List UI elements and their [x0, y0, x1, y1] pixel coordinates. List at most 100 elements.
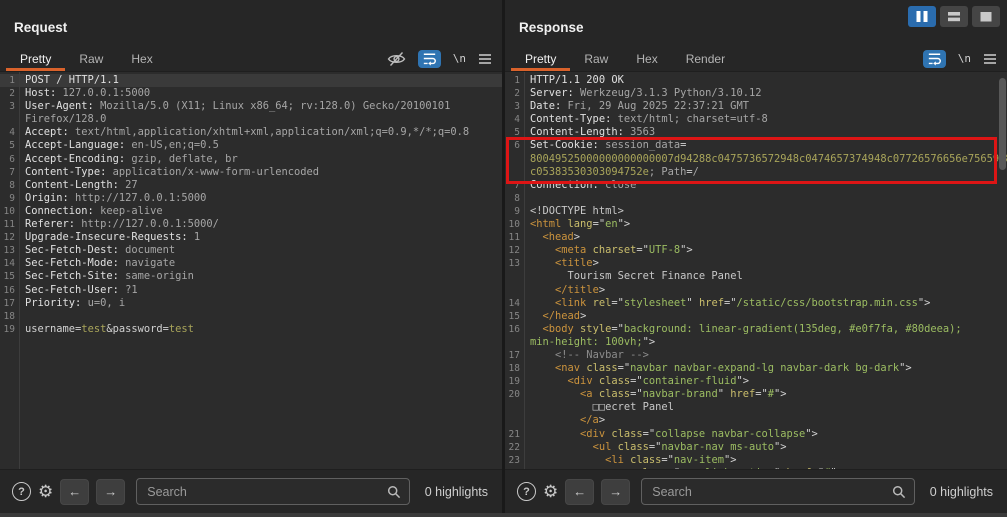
line-number: 17 [0, 297, 20, 310]
code-line[interactable]: 10<html lang="en"> [505, 218, 1007, 231]
code-line[interactable]: Tourism Secret Finance Panel [505, 270, 1007, 283]
code-line[interactable]: 18 <nav class="navbar navbar-expand-lg n… [505, 362, 1007, 375]
code-line[interactable]: 7Connection: close [505, 179, 1007, 192]
request-editor[interactable]: 1POST / HTTP/1.12Host: 127.0.0.1:50003Us… [0, 71, 502, 469]
response-tab-pretty[interactable]: Pretty [511, 46, 570, 71]
gear-icon[interactable]: ⚙ [543, 483, 558, 500]
line-number: 18 [505, 362, 525, 375]
search-icon [892, 485, 906, 499]
line-number: 5 [505, 126, 525, 139]
code-line[interactable]: 5Accept-Language: en-US,en;q=0.5 [0, 139, 502, 152]
menu-icon[interactable] [478, 53, 492, 65]
code-line[interactable]: 2Host: 127.0.0.1:5000 [0, 87, 502, 100]
search-input[interactable] [650, 484, 892, 500]
code-line[interactable]: Firefox/128.0 [0, 113, 502, 126]
code-line[interactable]: 4Content-Type: text/html; charset=utf-8 [505, 113, 1007, 126]
line-number: 15 [0, 270, 20, 283]
code-line[interactable]: 14Sec-Fetch-Mode: navigate [0, 257, 502, 270]
code-line[interactable]: 17 <!-- Navbar --> [505, 349, 1007, 362]
scrollbar-thumb[interactable] [999, 78, 1006, 170]
response-editor[interactable]: 1HTTP/1.1 200 OK2Server: Werkzeug/3.1.3 … [505, 71, 1007, 469]
line-number: 7 [505, 179, 525, 192]
code-line[interactable]: 7Content-Type: application/x-www-form-ur… [0, 166, 502, 179]
menu-icon[interactable] [983, 53, 997, 65]
code-line[interactable]: 12 <meta charset="UTF-8"> [505, 244, 1007, 257]
code-line[interactable]: 11Referer: http://127.0.0.1:5000/ [0, 218, 502, 231]
code-line[interactable]: 15Sec-Fetch-Site: same-origin [0, 270, 502, 283]
code-line[interactable]: 5Content-Length: 3563 [505, 126, 1007, 139]
code-line[interactable]: 3Date: Fri, 29 Aug 2025 22:37:21 GMT [505, 100, 1007, 113]
search-field [641, 478, 915, 505]
response-header: Response [505, 0, 1007, 46]
code-line[interactable]: </title> [505, 284, 1007, 297]
request-tab-hex[interactable]: Hex [117, 46, 166, 71]
code-line[interactable]: 18 [0, 310, 502, 323]
code-line[interactable]: 19username=test&password=test [0, 323, 502, 336]
code-line[interactable]: 6Set-Cookie: session_data= [505, 139, 1007, 152]
line-number: 23 [505, 454, 525, 467]
request-tab-pretty[interactable]: Pretty [6, 46, 65, 71]
window-bottom-edge [0, 513, 1007, 517]
line-number: 4 [0, 126, 20, 139]
response-tab-render[interactable]: Render [672, 46, 739, 71]
code-line[interactable]: 14 <link rel="stylesheet" href="/static/… [505, 297, 1007, 310]
code-line[interactable]: 16 <body style="background: linear-gradi… [505, 323, 1007, 336]
line-number: 7 [0, 166, 20, 179]
code-line[interactable]: 11 <head> [505, 231, 1007, 244]
code-line[interactable]: 22 <ul class="navbar-nav ms-auto"> [505, 441, 1007, 454]
previous-match-button[interactable]: ← [60, 479, 89, 505]
code-line[interactable]: 3User-Agent: Mozilla/5.0 (X11; Linux x86… [0, 100, 502, 113]
gutter-separator [19, 72, 20, 469]
code-line[interactable]: 24 <a class="nav-link active" href="#"> [505, 467, 1007, 469]
code-line[interactable]: 4Accept: text/html,application/xhtml+xml… [0, 126, 502, 139]
response-tab-hex[interactable]: Hex [622, 46, 671, 71]
code-line[interactable]: min-height: 100vh;"> [505, 336, 1007, 349]
code-line[interactable]: 1POST / HTTP/1.1 [0, 74, 502, 87]
help-icon[interactable]: ? [517, 482, 536, 501]
newline-icon[interactable]: \n [958, 52, 971, 65]
line-number [505, 336, 525, 349]
code-line[interactable]: 21 <div class="collapse navbar-collapse"… [505, 428, 1007, 441]
word-wrap-icon[interactable] [923, 50, 946, 68]
code-line[interactable]: 12Upgrade-Insecure-Requests: 1 [0, 231, 502, 244]
highlights-count: 0 highlights [425, 485, 488, 499]
code-line[interactable]: c05383530303094752e; Path=/ [505, 166, 1007, 179]
code-line[interactable]: 80049525000000000000007d94288c0475736572… [505, 153, 1007, 166]
code-line[interactable]: 8Content-Length: 27 [0, 179, 502, 192]
line-number: 9 [0, 192, 20, 205]
code-line[interactable]: 9<!DOCTYPE html> [505, 205, 1007, 218]
code-line[interactable]: □□ecret Panel [505, 401, 1007, 414]
code-line[interactable]: 20 <a class="navbar-brand" href="#"> [505, 388, 1007, 401]
code-line[interactable]: 1HTTP/1.1 200 OK [505, 74, 1007, 87]
line-number [505, 153, 525, 166]
line-number: 6 [0, 153, 20, 166]
code-line[interactable]: 15 </head> [505, 310, 1007, 323]
code-line[interactable]: 23 <li class="nav-item"> [505, 454, 1007, 467]
word-wrap-icon[interactable] [418, 50, 441, 68]
code-line[interactable]: 10Connection: keep-alive [0, 205, 502, 218]
code-line[interactable]: 6Accept-Encoding: gzip, deflate, br [0, 153, 502, 166]
code-line[interactable]: 13 <title> [505, 257, 1007, 270]
code-line[interactable]: 19 <div class="container-fluid"> [505, 375, 1007, 388]
line-number: 3 [505, 100, 525, 113]
code-line[interactable]: 2Server: Werkzeug/3.1.3 Python/3.10.12 [505, 87, 1007, 100]
search-input[interactable] [145, 484, 387, 500]
previous-match-button[interactable]: ← [565, 479, 594, 505]
line-number: 2 [505, 87, 525, 100]
next-match-button[interactable]: → [96, 479, 125, 505]
response-panel: Response Pretty Raw Hex Render \n [505, 0, 1007, 513]
response-tab-raw[interactable]: Raw [570, 46, 622, 71]
code-line[interactable]: </a> [505, 414, 1007, 427]
code-line[interactable]: 13Sec-Fetch-Dest: document [0, 244, 502, 257]
code-line[interactable]: 9Origin: http://127.0.0.1:5000 [0, 192, 502, 205]
next-match-button[interactable]: → [601, 479, 630, 505]
code-line[interactable]: 8 [505, 192, 1007, 205]
code-line[interactable]: 17Priority: u=0, i [0, 297, 502, 310]
help-icon[interactable]: ? [12, 482, 31, 501]
newline-icon[interactable]: \n [453, 52, 466, 65]
gear-icon[interactable]: ⚙ [38, 483, 53, 500]
eye-off-icon[interactable] [387, 51, 406, 67]
line-number: 1 [505, 74, 525, 87]
code-line[interactable]: 16Sec-Fetch-User: ?1 [0, 284, 502, 297]
request-tab-raw[interactable]: Raw [65, 46, 117, 71]
